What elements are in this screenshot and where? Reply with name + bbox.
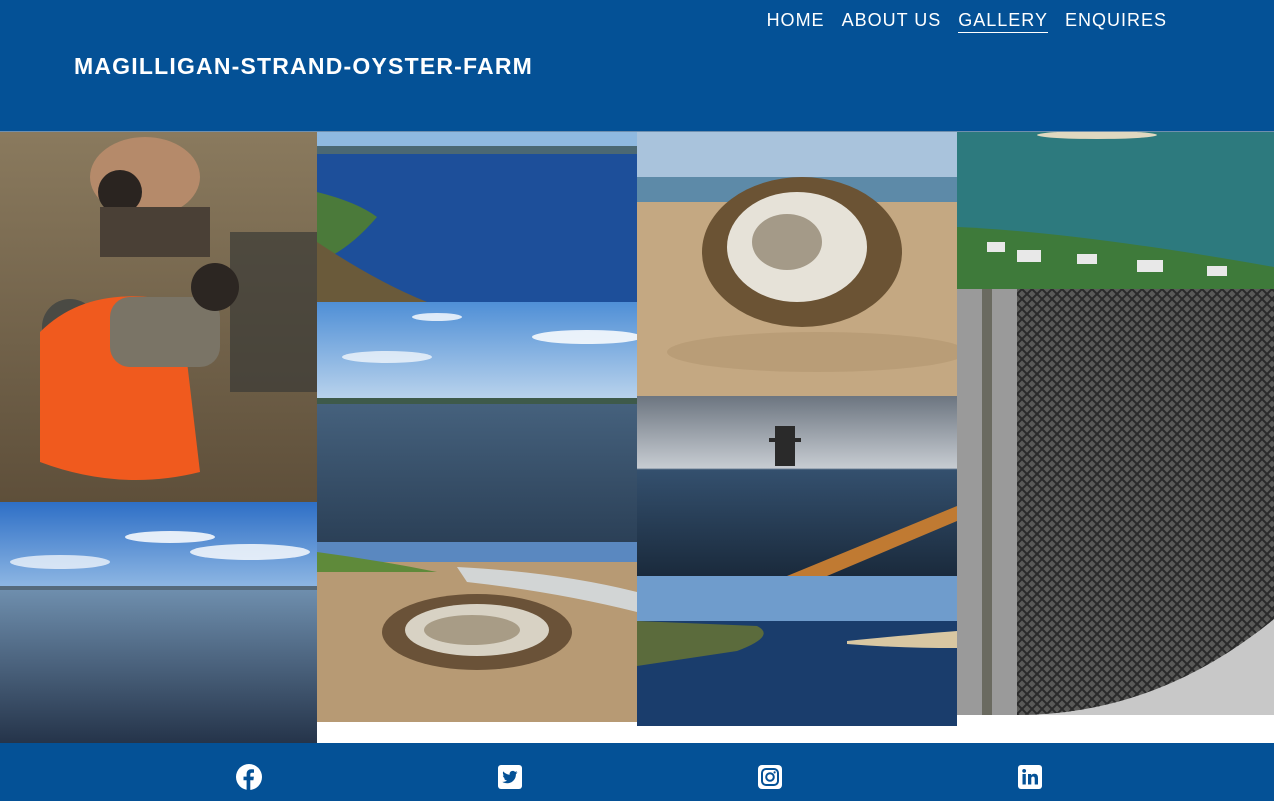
photo-calm-water[interactable] xyxy=(317,302,637,542)
photo-aerial-estuary[interactable] xyxy=(637,576,957,726)
main-nav: HOME ABOUT US GALLERY ENQUIRES xyxy=(767,10,1167,33)
photo-aerial-lough[interactable] xyxy=(317,132,637,302)
site-title[interactable]: MAGILLIGAN-STRAND-OYSTER-FARM xyxy=(74,53,533,80)
facebook-icon[interactable] xyxy=(236,764,262,790)
site-header: MAGILLIGAN-STRAND-OYSTER-FARM HOME ABOUT… xyxy=(0,0,1274,132)
photo-oyster-on-beach[interactable] xyxy=(317,542,637,722)
photo-oyster-shell-closeup[interactable] xyxy=(637,132,957,396)
photo-lighthouse-kayak[interactable] xyxy=(637,396,957,576)
site-footer xyxy=(0,743,1274,801)
twitter-icon[interactable] xyxy=(497,764,523,790)
nav-enquires[interactable]: ENQUIRES xyxy=(1065,10,1167,33)
photo-aerial-village[interactable] xyxy=(957,132,1274,289)
linkedin-icon[interactable] xyxy=(1017,764,1043,790)
photo-workers-in-water[interactable] xyxy=(0,132,317,502)
nav-home[interactable]: HOME xyxy=(767,10,825,33)
photo-lough-sky[interactable] xyxy=(0,502,317,743)
instagram-icon[interactable] xyxy=(757,764,783,790)
nav-gallery[interactable]: GALLERY xyxy=(958,10,1048,33)
nav-about-us[interactable]: ABOUT US xyxy=(842,10,942,33)
photo-oyster-net[interactable] xyxy=(957,289,1274,715)
photo-gallery xyxy=(0,132,1274,743)
